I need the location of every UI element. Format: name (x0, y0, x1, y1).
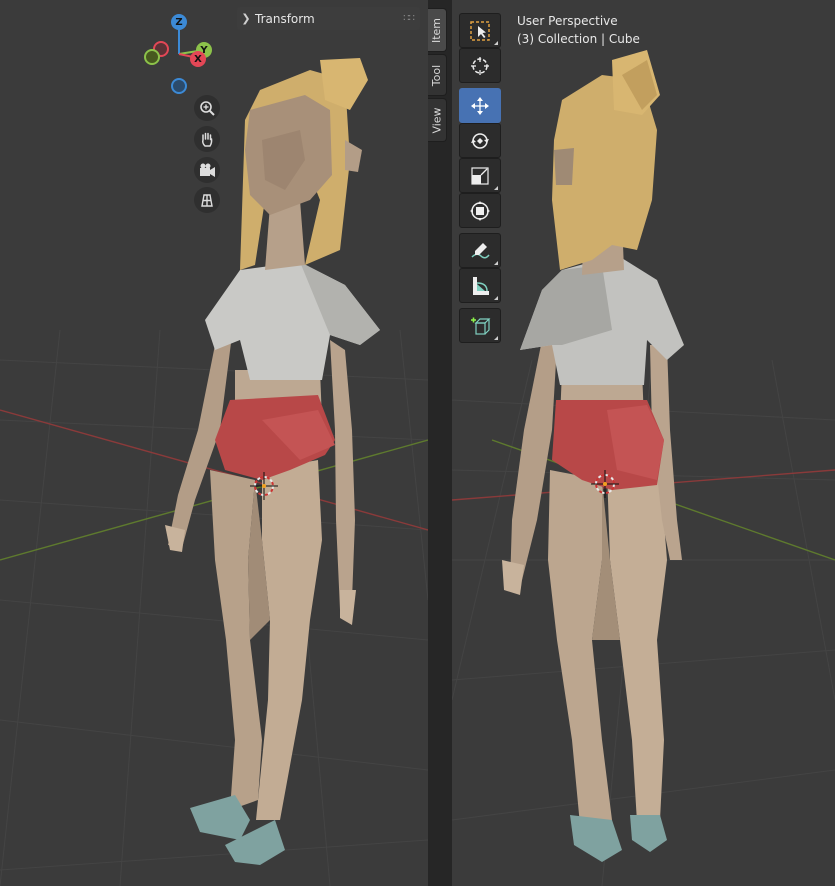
annotate-tool[interactable] (459, 233, 501, 268)
add-cube-icon (471, 317, 491, 335)
scale-tool[interactable] (459, 158, 501, 193)
perspective-label: User Perspective (517, 14, 618, 28)
transform-panel-header[interactable]: ❯ Transform ∷∷ (237, 7, 420, 30)
transform-panel-label: Transform (255, 11, 315, 26)
cursor-tool[interactable] (459, 48, 501, 83)
viewport-info-overlay: User Perspective (3) Collection | Cube (517, 12, 640, 48)
viewport-right[interactable] (452, 0, 835, 886)
gizmo-neg-y-axis[interactable] (144, 49, 160, 65)
drag-grip-icon[interactable]: ∷∷ (403, 13, 415, 24)
tab-item[interactable]: Item (428, 8, 447, 52)
collection-label: (3) Collection | Cube (517, 32, 640, 46)
cursor-icon (471, 56, 489, 75)
sidebar-tab-strip: Item Tool View (428, 0, 452, 886)
move-icon (471, 96, 489, 115)
gizmo-x-axis[interactable]: X (190, 51, 206, 67)
navigation-gizmo[interactable]: Z Y X (140, 12, 220, 94)
gizmo-neg-z-axis[interactable] (171, 78, 187, 94)
pan-hand-icon[interactable] (194, 126, 220, 152)
add-cube-tool[interactable] (459, 308, 501, 343)
transform-tool[interactable] (459, 193, 501, 228)
scale-icon (471, 166, 489, 185)
tab-view[interactable]: View (428, 98, 447, 142)
select-box-icon (470, 20, 490, 41)
transform-icon (470, 200, 490, 221)
rotate-icon (471, 132, 489, 149)
measure-icon (473, 276, 489, 295)
camera-icon[interactable] (194, 157, 220, 183)
annotate-icon (471, 242, 490, 258)
select-box-tool[interactable] (459, 13, 501, 48)
zoom-icon[interactable] (194, 95, 220, 121)
viewport-left[interactable]: ❯ Transform ∷∷ Z Y X (0, 0, 428, 886)
measure-tool[interactable] (459, 268, 501, 303)
grid-ortho-icon[interactable] (194, 187, 220, 213)
move-tool[interactable] (459, 88, 501, 123)
rotate-tool[interactable] (459, 123, 501, 158)
chevron-right-icon: ❯ (241, 12, 251, 25)
tab-tool[interactable]: Tool (428, 54, 447, 96)
gizmo-z-axis[interactable]: Z (171, 14, 187, 30)
viewport-right-scene (452, 50, 835, 886)
character-model (502, 50, 684, 862)
